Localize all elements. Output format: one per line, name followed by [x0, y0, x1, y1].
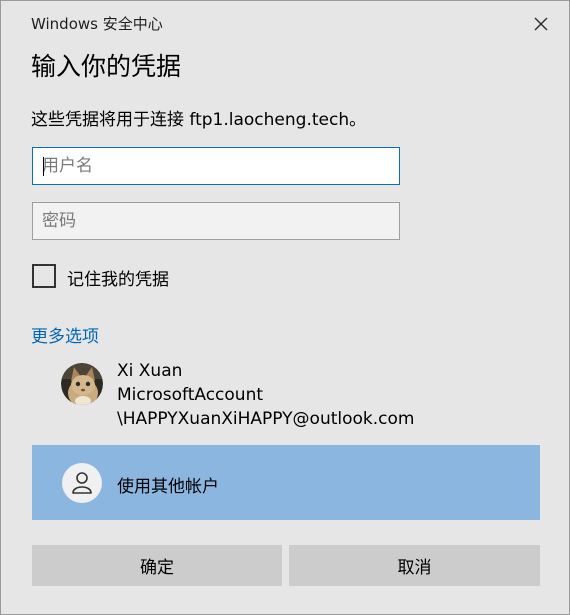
close-button[interactable] — [529, 12, 553, 36]
dialog-description: 这些凭据将用于连接 ftp1.laocheng.tech。 — [31, 110, 367, 130]
close-icon — [534, 17, 548, 31]
person-icon — [62, 463, 102, 503]
credential-dialog: Windows 安全中心 输入你的凭据 这些凭据将用于连接 ftp1.laoch… — [0, 0, 570, 615]
cancel-button[interactable]: 取消 — [289, 545, 540, 586]
remember-credentials-checkbox[interactable] — [32, 264, 56, 288]
cat-photo-avatar-icon — [61, 363, 103, 405]
window-title: Windows 安全中心 — [31, 15, 163, 33]
more-options-link[interactable]: 更多选项 — [31, 322, 99, 347]
text-caret — [43, 157, 44, 176]
account-name: Xi Xuan — [117, 361, 183, 381]
ok-button[interactable]: 确定 — [32, 545, 282, 586]
account-option-xi-xuan[interactable]: Xi Xuan MicrosoftAccount \HAPPYXuanXiHAP… — [61, 361, 541, 433]
account-id: \HAPPYXuanXiHAPPY@outlook.com — [117, 409, 415, 429]
username-input[interactable] — [32, 147, 400, 185]
password-input[interactable] — [32, 202, 400, 240]
use-other-account-option[interactable]: 使用其他帐户 — [32, 445, 540, 520]
use-other-account-label: 使用其他帐户 — [117, 477, 219, 497]
dialog-heading: 输入你的凭据 — [31, 52, 182, 81]
account-type: MicrosoftAccount — [117, 385, 264, 405]
remember-credentials-label: 记住我的凭据 — [67, 270, 169, 290]
avatar — [61, 363, 103, 405]
